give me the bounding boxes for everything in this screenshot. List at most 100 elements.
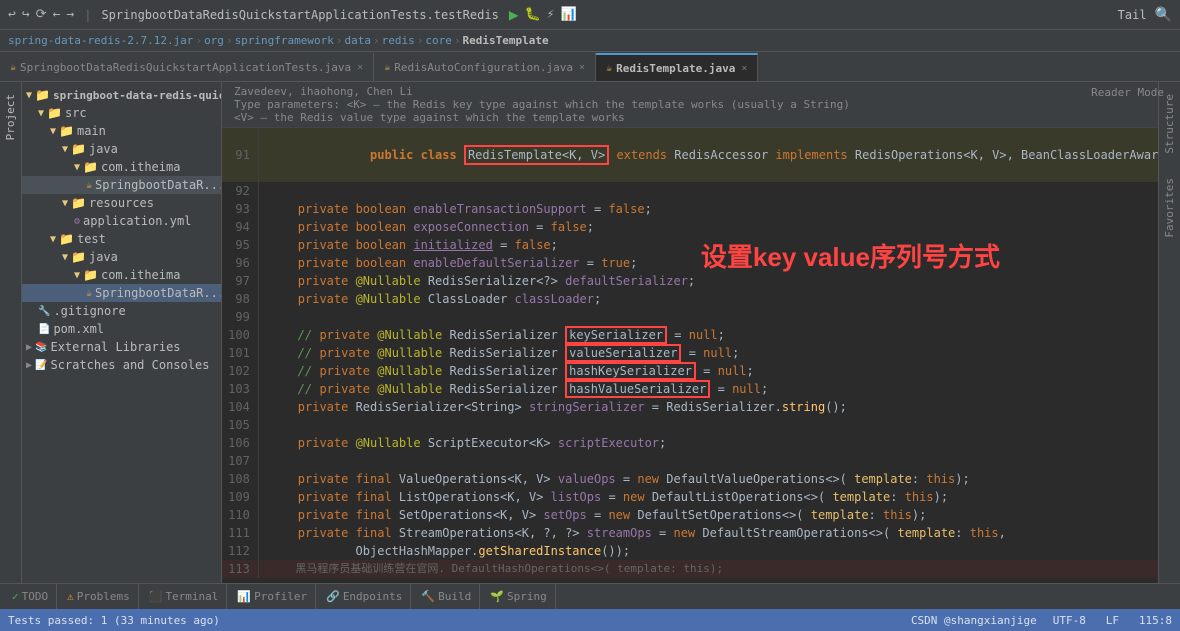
bottom-tab-todo[interactable]: ✓ TODO: [4, 584, 57, 610]
problems-icon: ⚠: [67, 590, 74, 603]
tree-com1-icon: 📁: [83, 160, 98, 174]
right-side-tabs: Structure Favorites: [1158, 82, 1180, 583]
build-icon: 🔨: [421, 590, 435, 603]
code-line-103: 103 // private @Nullable RedisSerializer…: [222, 380, 1180, 398]
code-line-105: 105: [222, 416, 1180, 434]
tree-item-java2[interactable]: ▼ 📁 java: [22, 248, 221, 266]
tree-item-com2[interactable]: ▼ 📁 com.itheima: [22, 266, 221, 284]
bottom-tab-endpoints[interactable]: 🔗 Endpoints: [318, 584, 411, 610]
code-area[interactable]: 91 public class RedisTemplate<K, V> exte…: [222, 128, 1180, 583]
tree-item-pom[interactable]: 📄 pom.xml: [22, 320, 221, 338]
project-tab[interactable]: Project: [2, 90, 19, 144]
tree-item-springboot2[interactable]: ☕ SpringbootDataR...: [22, 284, 221, 302]
tree-item-ext[interactable]: ▶ 📚 External Libraries: [22, 338, 221, 356]
code-param2: <V> – the Redis value type against which…: [234, 111, 1168, 124]
structure-tab[interactable]: Structure: [1161, 90, 1178, 158]
line-content-113: 黑马程序员基础训练营在官网. DefaultHashOperations<>( …: [258, 560, 1180, 578]
bottom-tab-build[interactable]: 🔨 Build: [413, 584, 480, 610]
tree-item-springboot1[interactable]: ☕ SpringbootDataR...: [22, 176, 221, 194]
line-num-102: 102: [222, 362, 258, 380]
spring-icon: 🌱: [490, 590, 504, 603]
bottom-tab-terminal[interactable]: ⬛ Terminal: [141, 584, 228, 610]
toolbar-separator: |: [84, 8, 91, 22]
breadcrumb-part-0[interactable]: spring-data-redis-2.7.12.jar: [8, 34, 193, 47]
tree-item-gitignore[interactable]: 🔧 .gitignore: [22, 302, 221, 320]
line-num-108: 108: [222, 470, 258, 488]
profile-button[interactable]: 📊: [560, 7, 576, 22]
line-num-103: 103: [222, 380, 258, 398]
profiler-label: Profiler: [254, 590, 307, 603]
tree-item-resources[interactable]: ▼ 📁 resources: [22, 194, 221, 212]
line-num-100: 100: [222, 326, 258, 344]
bottom-tab-profiler[interactable]: 📊 Profiler: [229, 584, 316, 610]
breadcrumb-part-6[interactable]: RedisTemplate: [463, 34, 549, 47]
bottom-tab-problems[interactable]: ⚠ Problems: [59, 584, 139, 610]
tree-item-java1[interactable]: ▼ 📁 java: [22, 140, 221, 158]
code-line-107: 107: [222, 452, 1180, 470]
line-num-109: 109: [222, 488, 258, 506]
toolbar-icon-redo[interactable]: ↪: [22, 7, 30, 22]
tree-com2-label: com.itheima: [101, 268, 180, 282]
line-num-110: 110: [222, 506, 258, 524]
tab-2-close[interactable]: ×: [741, 63, 747, 74]
breadcrumb-part-2[interactable]: springframework: [235, 34, 334, 47]
coverage-button[interactable]: ⚡: [547, 7, 555, 22]
favorites-tab[interactable]: Favorites: [1161, 174, 1178, 242]
tab-1-label: RedisAutoConfiguration.java: [394, 61, 573, 74]
tab-1-icon: ☕: [384, 62, 390, 73]
tree-item-src[interactable]: ▼ 📁 src: [22, 104, 221, 122]
bottom-tab-spring[interactable]: 🌱 Spring: [482, 584, 555, 610]
line-content-97: private @Nullable RedisSerializer<?> def…: [258, 272, 1180, 290]
tree-item-test[interactable]: ▼ 📁 test: [22, 230, 221, 248]
line-content-96: private boolean enableDefaultSerializer …: [258, 254, 1180, 272]
search-button[interactable]: 🔍: [1155, 7, 1172, 23]
line-content-109: private final ListOperations<K, V> listO…: [258, 488, 1180, 506]
code-line-93: 93 private boolean enableTransactionSupp…: [222, 200, 1180, 218]
line-num-97: 97: [222, 272, 258, 290]
toolbar-icon-undo[interactable]: ↩: [8, 7, 16, 22]
toolbar-icon-back[interactable]: ←: [53, 7, 61, 22]
breadcrumb-sep-1: ›: [226, 34, 233, 47]
tree-item-scratches[interactable]: ▶ 📝 Scratches and Consoles: [22, 356, 221, 374]
build-label: Build: [438, 590, 471, 603]
tab-1[interactable]: ☕ RedisAutoConfiguration.java ×: [374, 53, 596, 81]
breadcrumb-part-5[interactable]: core: [425, 34, 452, 47]
tree-item-main[interactable]: ▼ 📁 main: [22, 122, 221, 140]
line-num-106: 106: [222, 434, 258, 452]
tree-item-root[interactable]: ▼ 📁 springboot-data-redis-quickstart: [22, 86, 221, 104]
code-info: Zavedeev, ihaohong, Chen Li Type paramet…: [222, 82, 1180, 128]
sidebar-tree: ▼ 📁 springboot-data-redis-quickstart ▼ 📁…: [22, 82, 221, 583]
tree-ext-label: External Libraries: [50, 340, 180, 354]
line-num-94: 94: [222, 218, 258, 236]
line-num-98: 98: [222, 290, 258, 308]
endpoints-label: Endpoints: [343, 590, 403, 603]
tab-0[interactable]: ☕ SpringbootDataRedisQuickstartApplicati…: [0, 53, 374, 81]
status-left: Tests passed: 1 (33 minutes ago): [8, 614, 220, 627]
line-num-92: 92: [222, 182, 258, 200]
tree-item-com1[interactable]: ▼ 📁 com.itheima: [22, 158, 221, 176]
line-num-105: 105: [222, 416, 258, 434]
tree-java2-label: java: [89, 250, 118, 264]
breadcrumb-part-1[interactable]: org: [204, 34, 224, 47]
debug-button[interactable]: 🐛: [524, 7, 540, 22]
reader-mode-label[interactable]: Reader Mode: [1091, 86, 1164, 99]
toolbar-icon-forward[interactable]: →: [66, 7, 74, 22]
breadcrumb-part-3[interactable]: data: [345, 34, 372, 47]
tree-item-yaml[interactable]: ⚙ application.yml: [22, 212, 221, 230]
toolbar-icon-refresh[interactable]: ⟳: [36, 7, 47, 22]
left-side-tabs: Project: [0, 82, 22, 583]
tree-test-label: test: [77, 232, 106, 246]
tree-gitignore-label: .gitignore: [53, 304, 125, 318]
tab-1-close[interactable]: ×: [579, 62, 585, 73]
tab-2[interactable]: ☕ RedisTemplate.java ×: [596, 53, 758, 81]
run-config-label: SpringbootDataRedisQuickstartApplication…: [101, 8, 498, 22]
line-content-94: private boolean exposeConnection = false…: [258, 218, 1180, 236]
breadcrumb-part-4[interactable]: redis: [382, 34, 415, 47]
run-button[interactable]: ▶: [509, 5, 519, 24]
line-num-101: 101: [222, 344, 258, 362]
tab-0-close[interactable]: ×: [357, 62, 363, 73]
code-authors: Zavedeev, ihaohong, Chen Li: [234, 85, 1168, 98]
tree-com1-label: com.itheima: [101, 160, 180, 174]
status-bar: Tests passed: 1 (33 minutes ago) CSDN @s…: [0, 609, 1180, 631]
todo-icon: ✓: [12, 590, 19, 603]
